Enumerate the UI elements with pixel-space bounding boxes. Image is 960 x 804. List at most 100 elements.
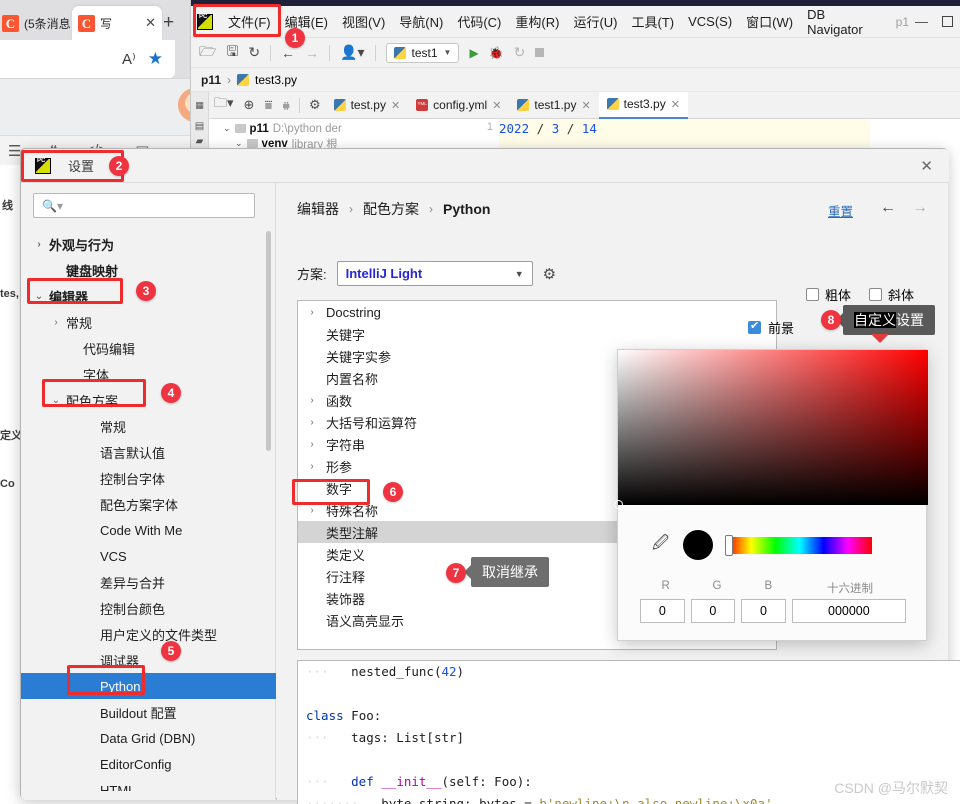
breadcrumb-color-scheme[interactable]: 配色方案 bbox=[363, 199, 419, 219]
reset-link[interactable]: 重置 bbox=[828, 201, 853, 220]
close-icon[interactable]: ✕ bbox=[581, 99, 590, 112]
scheme-select[interactable]: IntelliJ Light ▼ bbox=[336, 261, 533, 286]
r-input[interactable]: 0 bbox=[640, 599, 685, 623]
menu-view[interactable]: 视图(V) bbox=[335, 9, 392, 34]
file-tab-test1-py[interactable]: test1.py ✕ bbox=[509, 92, 598, 119]
bookmark-icon[interactable]: ▤ bbox=[195, 121, 204, 132]
menu-navigate[interactable]: 导航(N) bbox=[392, 9, 450, 34]
chevron-right-icon[interactable]: › bbox=[33, 239, 45, 250]
italic-checkbox-row[interactable]: 斜体 bbox=[869, 285, 914, 304]
search-input[interactable]: 🔍▾ bbox=[33, 193, 255, 218]
bold-checkbox-row[interactable]: 粗体 bbox=[806, 285, 851, 304]
hue-slider-knob[interactable] bbox=[725, 534, 734, 556]
file-tab-test-py[interactable]: test.py ✕ bbox=[326, 92, 409, 119]
sidebar-item-16[interactable]: 调试器 bbox=[21, 647, 276, 673]
close-icon[interactable]: ✕ bbox=[492, 99, 501, 112]
hue-slider[interactable] bbox=[725, 534, 873, 556]
menu-refactor[interactable]: 重构(R) bbox=[508, 9, 566, 34]
chevron-down-icon[interactable]: ⌄ bbox=[50, 395, 62, 406]
g-input[interactable]: 0 bbox=[690, 599, 736, 623]
sidebar-item-7[interactable]: 常规 bbox=[21, 413, 276, 439]
sidebar-item-9[interactable]: 控制台字体 bbox=[21, 465, 276, 491]
chevron-right-icon[interactable]: › bbox=[50, 317, 62, 328]
close-icon[interactable]: ✕ bbox=[391, 99, 400, 112]
breadcrumb-editor[interactable]: 编辑器 bbox=[297, 199, 339, 219]
forward-icon[interactable]: → bbox=[305, 45, 319, 61]
debug-icon[interactable]: 🐞 bbox=[489, 46, 504, 60]
run-icon[interactable]: ▶ bbox=[469, 46, 478, 60]
chevron-right-icon[interactable]: › bbox=[304, 307, 320, 318]
read-aloud-icon[interactable]: A⁾ bbox=[122, 50, 136, 68]
chevron-right-icon[interactable]: › bbox=[304, 417, 320, 428]
sidebar-item-14[interactable]: 控制台颜色 bbox=[21, 595, 276, 621]
coverage-icon[interactable]: ↻ bbox=[514, 44, 526, 61]
sidebar-item-0[interactable]: › 外观与行为 bbox=[21, 231, 276, 257]
menu-db-navigator[interactable]: DB Navigator bbox=[800, 4, 890, 40]
sidebar-item-15[interactable]: 用户定义的文件类型 bbox=[21, 621, 276, 647]
chevron-down-icon[interactable]: ⌄ bbox=[223, 123, 231, 134]
hex-input[interactable]: 000000 bbox=[791, 599, 906, 623]
sidebar-item-18[interactable]: Buildout 配置 bbox=[21, 699, 276, 725]
collapse-all-icon[interactable]: ⩷ bbox=[277, 97, 295, 113]
sidebar-item-6[interactable]: ⌄ 配色方案 bbox=[21, 387, 276, 413]
chevron-down-icon[interactable]: ⌄ bbox=[33, 291, 45, 302]
sidebar-item-12[interactable]: VCS bbox=[21, 543, 276, 569]
folder-icon[interactable]: ▰ bbox=[196, 136, 204, 147]
open-folder-icon[interactable]: 🗁 bbox=[199, 41, 216, 65]
sidebar-item-13[interactable]: 差异与合并 bbox=[21, 569, 276, 595]
stop-icon[interactable] bbox=[535, 48, 545, 57]
project-tree-row[interactable]: ⌄ p11 D:\python der bbox=[209, 121, 461, 136]
settings-icon[interactable]: ⚙ bbox=[304, 97, 326, 113]
browser-tab-active[interactable]: C 写 ✕ bbox=[72, 6, 162, 40]
menu-tools[interactable]: 工具(T) bbox=[624, 9, 681, 34]
italic-checkbox[interactable] bbox=[869, 288, 882, 301]
menu-vcs[interactable]: VCS(S) bbox=[681, 11, 739, 32]
file-tab-test3-py[interactable]: test3.py ✕ bbox=[598, 91, 688, 119]
user-icon[interactable]: 👤▾ bbox=[340, 44, 364, 61]
scrollbar[interactable] bbox=[266, 231, 271, 451]
breadcrumb-project[interactable]: p11 bbox=[201, 73, 221, 87]
menu-window[interactable]: 窗口(W) bbox=[739, 9, 800, 34]
chevron-right-icon[interactable]: › bbox=[304, 439, 320, 450]
chevron-right-icon[interactable]: › bbox=[304, 505, 320, 516]
save-icon[interactable]: 🖫 bbox=[226, 41, 238, 65]
sidebar-item-17[interactable]: Python bbox=[21, 673, 276, 699]
attribute-item-1[interactable]: 关键字 bbox=[298, 323, 776, 345]
menu-code[interactable]: 代码(C) bbox=[450, 9, 508, 34]
foreground-checkbox-row[interactable]: 前景 bbox=[748, 318, 794, 337]
gear-icon[interactable]: ⚙ bbox=[543, 265, 556, 283]
eyedropper-icon[interactable]: 🖉 bbox=[652, 532, 669, 559]
sidebar-item-5[interactable]: 字体 bbox=[21, 361, 276, 387]
favorite-star-icon[interactable]: ★ bbox=[148, 49, 163, 69]
chevron-right-icon[interactable]: › bbox=[304, 395, 320, 406]
nav-forward-icon[interactable]: → bbox=[912, 199, 928, 217]
locate-icon[interactable]: ⊕ bbox=[239, 97, 260, 113]
sidebar-item-19[interactable]: Data Grid (DBN) bbox=[21, 725, 276, 751]
new-tab-button[interactable]: + bbox=[163, 12, 174, 34]
sidebar-item-21[interactable]: HTML bbox=[21, 777, 276, 792]
file-tab-config-yml[interactable]: config.yml ✕ bbox=[408, 92, 509, 119]
expand-all-icon[interactable]: ⩸ bbox=[259, 97, 277, 113]
sidebar-item-11[interactable]: Code With Me bbox=[21, 517, 276, 543]
b-input[interactable]: 0 bbox=[741, 599, 786, 623]
close-icon[interactable]: ✕ bbox=[145, 15, 156, 31]
menu-run[interactable]: 运行(U) bbox=[566, 9, 624, 34]
sidebar-item-4[interactable]: 代码编辑 bbox=[21, 335, 276, 361]
bold-checkbox[interactable] bbox=[806, 288, 819, 301]
chevron-right-icon[interactable]: › bbox=[304, 461, 320, 472]
attribute-item-0[interactable]: › Docstring bbox=[298, 301, 776, 323]
minimize-button[interactable]: — bbox=[915, 14, 928, 29]
menu-edit[interactable]: 编辑(E) bbox=[278, 9, 335, 34]
menu-file[interactable]: 文件(F) bbox=[221, 9, 278, 34]
run-configuration-selector[interactable]: test1 ▼ bbox=[385, 42, 460, 63]
maximize-button[interactable] bbox=[942, 16, 953, 27]
close-icon[interactable]: ✕ bbox=[671, 98, 680, 111]
sidebar-item-1[interactable]: 键盘映射 bbox=[21, 257, 276, 283]
new-file-icon[interactable]: 🗀▾ bbox=[209, 94, 239, 116]
foreground-checkbox[interactable] bbox=[748, 319, 761, 334]
sidebar-item-3[interactable]: › 常规 bbox=[21, 309, 276, 335]
sidebar-item-10[interactable]: 配色方案字体 bbox=[21, 491, 276, 517]
sidebar-item-20[interactable]: EditorConfig bbox=[21, 751, 276, 777]
breadcrumb-file[interactable]: test3.py bbox=[255, 73, 297, 87]
sidebar-item-8[interactable]: 语言默认值 bbox=[21, 439, 276, 465]
